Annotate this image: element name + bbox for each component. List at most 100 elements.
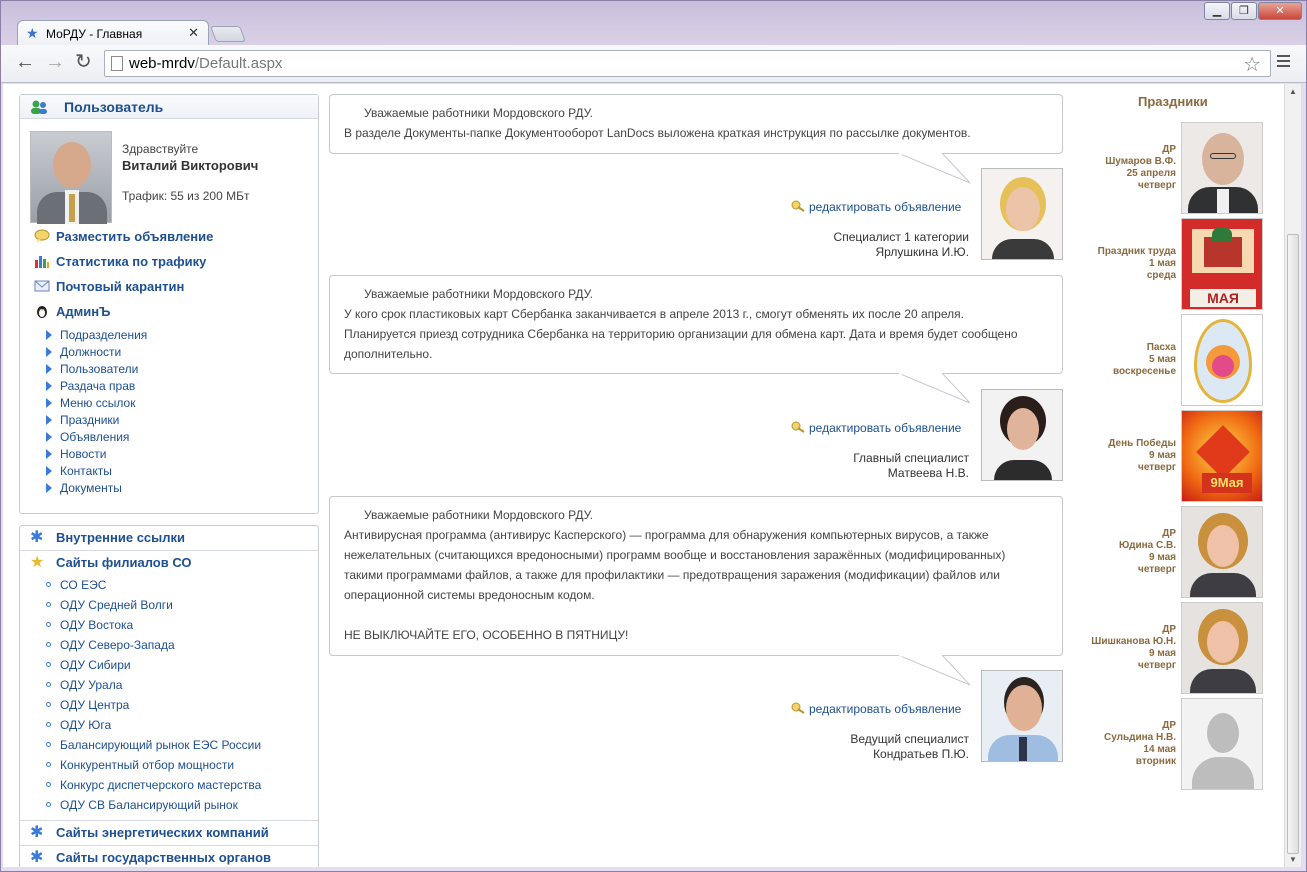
edit-announcement-link[interactable]: редактировать объявление xyxy=(791,702,961,716)
branch-link[interactable]: Конкурентный отбор мощности xyxy=(46,758,234,772)
holiday-image-no-photo xyxy=(1181,698,1263,790)
traffic-stats-link[interactable]: Статистика по трафику xyxy=(34,254,206,272)
maximize-button[interactable]: ❐ xyxy=(1231,2,1257,20)
announcement-line: операционной системы вредоносным кодом. xyxy=(344,588,595,602)
new-tab-button[interactable] xyxy=(210,26,246,42)
holiday-caption-line: Юдина С.В. xyxy=(1119,540,1176,551)
internal-links-header[interactable]: ✱ Внутренние ссылки xyxy=(20,526,318,551)
holiday-caption-line: четверг xyxy=(1138,564,1176,575)
close-window-button[interactable]: ✕ xyxy=(1258,2,1302,20)
admin-item[interactable]: Подразделения xyxy=(46,328,147,342)
address-bar[interactable]: web-mrdv/Default.aspx ☆ xyxy=(104,50,1271,77)
author-3: Ведущий специалист Кондратьев П.Ю. xyxy=(850,732,969,762)
holiday-caption-line: 9 мая xyxy=(1148,552,1176,563)
browser-toolbar: ← → ↻ web-mrdv/Default.aspx ☆ xyxy=(1,45,1306,83)
author-photo-2 xyxy=(981,389,1063,481)
triangle-right-icon xyxy=(46,432,52,442)
branch-link[interactable]: ОДУ Урала xyxy=(46,678,122,692)
bullet-icon xyxy=(46,602,51,607)
author-position: Специалист 1 категории xyxy=(833,230,969,244)
holiday-image-portrait-man xyxy=(1181,122,1263,214)
post-announcement-link[interactable]: Разместить объявление xyxy=(34,229,213,247)
bar-chart-icon xyxy=(35,256,49,268)
admin-item[interactable]: Объявления xyxy=(46,430,129,444)
holiday-caption-line: четверг xyxy=(1138,660,1176,671)
branch-link[interactable]: ОДУ Востока xyxy=(46,618,133,632)
holiday-caption-line: 5 мая xyxy=(1148,354,1176,365)
author-1: Специалист 1 категории Ярлушкина И.Ю. xyxy=(834,230,969,260)
user-name: Виталий Викторович xyxy=(122,158,259,173)
user-panel: Пользователь Здравствуйте Виталий Виктор… xyxy=(19,94,319,514)
bullet-icon xyxy=(46,642,51,647)
announcement-line: нежелательных (считающихся вредоносными)… xyxy=(344,548,1006,562)
admin-item[interactable]: Должности xyxy=(46,345,121,359)
admin-item[interactable]: Документы xyxy=(46,481,122,495)
author-position: Главный специалист xyxy=(853,451,969,465)
holiday-caption-line: среда xyxy=(1146,270,1176,281)
scroll-down-icon[interactable]: ▼ xyxy=(1289,855,1297,864)
announcement-1: Уважаемые работники Мордовского РДУ. В р… xyxy=(329,94,1063,154)
branch-link[interactable]: ОДУ Средней Волги xyxy=(46,598,173,612)
mail-quarantine-link[interactable]: Почтовый карантин xyxy=(34,279,184,297)
branch-sites-header[interactable]: ★ Сайты филиалов СО xyxy=(20,551,318,576)
author-name: Матвеева Н.В. xyxy=(887,466,969,480)
minimize-button[interactable]: ▁ xyxy=(1204,2,1230,20)
user-panel-title: Пользователь xyxy=(64,99,164,115)
holiday-caption-line: 25 апреля xyxy=(1126,168,1176,179)
scroll-thumb[interactable] xyxy=(1287,234,1299,854)
branch-link[interactable]: ОДУ Центра xyxy=(46,698,129,712)
announcement-2: Уважаемые работники Мордовского РДУ. У к… xyxy=(329,275,1063,374)
author-name: Кондратьев П.Ю. xyxy=(873,747,969,761)
users-icon xyxy=(31,100,47,114)
holiday-caption-line: Шумаров В.Ф. xyxy=(1105,156,1176,167)
holiday-caption-line: 9 мая xyxy=(1148,648,1176,659)
admin-item[interactable]: Новости xyxy=(46,447,106,461)
holiday-caption-line: ДР xyxy=(1162,624,1176,635)
admin-item[interactable]: Раздача прав xyxy=(46,379,135,393)
edit-announcement-link[interactable]: редактировать объявление xyxy=(791,421,961,435)
edit-announcement-link[interactable]: редактировать объявление xyxy=(791,200,961,214)
branch-link[interactable]: ОДУ Сибири xyxy=(46,658,131,672)
triangle-right-icon xyxy=(46,398,52,408)
admin-item[interactable]: Праздники xyxy=(46,413,119,427)
announcement-line: В разделе Документы-папке Документооборо… xyxy=(344,126,971,140)
branch-link[interactable]: ОДУ СВ Балансирующий рынок xyxy=(46,798,238,812)
admin-item[interactable]: Контакты xyxy=(46,464,112,478)
government-sites-header[interactable]: ✱ Сайты государственных органов xyxy=(20,845,318,867)
holiday-caption: Праздник труда 1 мая среда xyxy=(1066,246,1176,282)
triangle-right-icon xyxy=(46,449,52,459)
announcement-heading: Уважаемые работники Мордовского РДУ. xyxy=(364,287,593,301)
back-icon[interactable]: ← xyxy=(15,52,35,72)
gold-star-icon: ★ xyxy=(30,554,45,571)
menu-icon[interactable] xyxy=(1277,55,1290,70)
holiday-caption-line: ДР xyxy=(1162,528,1176,539)
admin-link[interactable]: АдминЪ xyxy=(34,304,110,322)
holiday-caption: ДР Шишканова Ю.Н. 9 мая четверг xyxy=(1066,624,1176,672)
favicon-star-icon: ★ xyxy=(26,25,39,41)
vertical-scrollbar[interactable]: ▲ ▼ xyxy=(1284,84,1301,867)
scroll-up-icon[interactable]: ▲ xyxy=(1289,87,1297,96)
announcement-line: Антивирусная программа (антивирус Каспер… xyxy=(344,528,989,542)
blue-star-icon: ✱ xyxy=(30,849,44,866)
holiday-caption-line: ДР xyxy=(1162,720,1176,731)
announcement-line: такими программами файлов, а также для п… xyxy=(344,568,1000,582)
bookmark-star-icon[interactable]: ☆ xyxy=(1243,52,1261,77)
admin-item[interactable]: Пользователи xyxy=(46,362,138,376)
branch-link[interactable]: Балансирующий рынок ЕЭС России xyxy=(46,738,261,752)
forward-icon[interactable]: → xyxy=(45,52,65,72)
penguin-icon xyxy=(37,306,47,318)
browser-tab[interactable]: ★ МоРДУ - Главная ✕ xyxy=(17,20,209,46)
branch-link[interactable]: ОДУ Юга xyxy=(46,718,111,732)
branch-link[interactable]: ОДУ Северо-Запада xyxy=(46,638,175,652)
reload-icon[interactable]: ↻ xyxy=(75,52,92,72)
holiday-caption-line: Пасха xyxy=(1146,342,1176,353)
energy-companies-header[interactable]: ✱ Сайты энергетических компаний xyxy=(20,820,318,845)
author-photo-1 xyxy=(981,168,1063,260)
branch-link[interactable]: Конкурс диспетчерского мастерства xyxy=(46,778,261,792)
tab-close-icon[interactable]: ✕ xyxy=(188,25,199,41)
admin-item[interactable]: Меню ссылок xyxy=(46,396,135,410)
holiday-caption-line: вторник xyxy=(1135,756,1176,767)
bullet-icon xyxy=(46,582,51,587)
branch-link[interactable]: СО ЕЭС xyxy=(46,578,106,592)
